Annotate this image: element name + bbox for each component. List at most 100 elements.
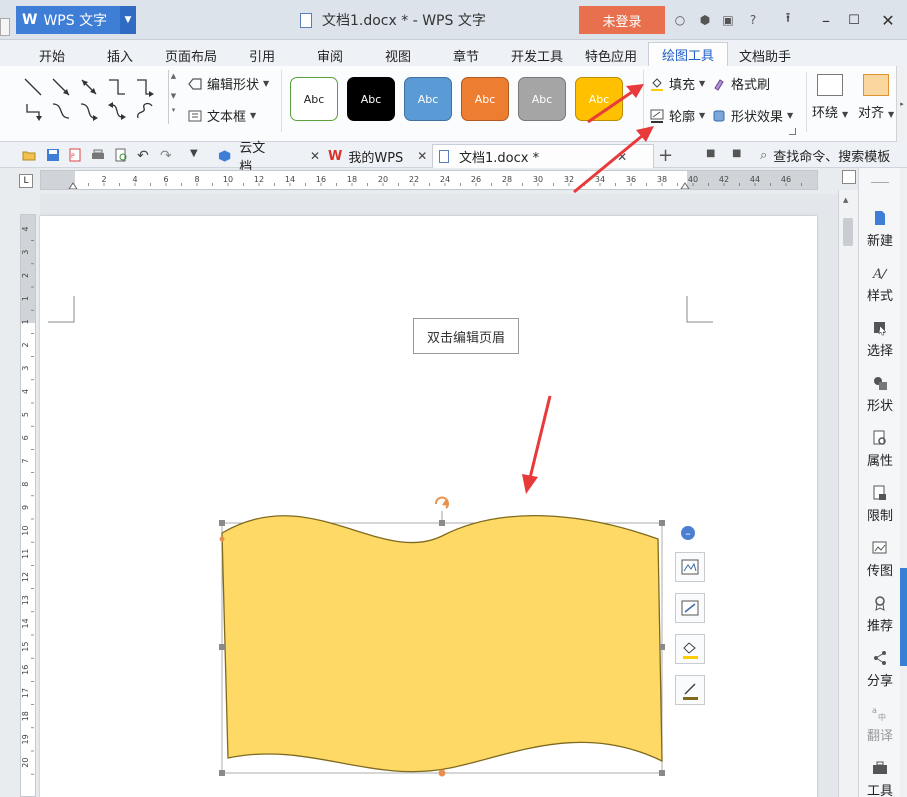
wave-shape-selection[interactable] <box>200 486 680 797</box>
close-button[interactable]: ✕ <box>874 8 902 32</box>
adjust-handle[interactable] <box>219 536 225 542</box>
close-icon[interactable]: ✕ <box>617 150 627 164</box>
doc-tab-my-wps[interactable]: W 我的WPS ✕ <box>322 144 430 168</box>
style-swatch-gold[interactable]: Abc <box>575 77 623 121</box>
layout-options-button[interactable] <box>675 552 705 582</box>
freeform-curve-icon[interactable] <box>134 100 156 122</box>
sidebar-item-share[interactable]: 分享 <box>859 650 901 689</box>
sidebar-item-new[interactable]: 新建 <box>859 210 901 249</box>
tab-page-layout[interactable]: 页面布局 <box>156 44 226 66</box>
command-search[interactable]: ⌕ 查找命令、搜索模板 <box>760 146 890 165</box>
ribbon-scroll-right[interactable]: ▸ <box>896 66 907 142</box>
tab-home[interactable]: 开始 <box>24 44 80 66</box>
tab-insert[interactable]: 插入 <box>92 44 148 66</box>
tab-list-icon[interactable]: ■ <box>732 148 746 162</box>
elbow-arrow-connector-icon[interactable] <box>134 76 156 98</box>
tab-drawing-tools[interactable]: 绘图工具 <box>648 42 728 66</box>
open-folder-icon[interactable] <box>22 148 36 162</box>
redo-icon[interactable]: ↷ <box>160 148 174 164</box>
customize-toolbar-icon[interactable]: ▼ <box>190 148 204 162</box>
resize-handle[interactable] <box>439 520 445 526</box>
edit-shape-button[interactable]: 编辑形状 ▼ <box>188 74 269 93</box>
tab-stop-selector[interactable]: L <box>19 174 33 188</box>
style-swatch-blue[interactable]: Abc <box>404 77 452 121</box>
feedback-icon[interactable]: ▣ <box>720 12 736 28</box>
curved-double-arrow-icon[interactable] <box>106 100 128 122</box>
shape-fill-button[interactable] <box>675 634 705 664</box>
resize-handle[interactable] <box>219 644 225 650</box>
pin-icon[interactable]: ■ <box>706 148 720 162</box>
resize-handle[interactable] <box>659 644 665 650</box>
wrap-text-button[interactable]: 环绕 ▼ <box>812 74 848 121</box>
shape-effects-button[interactable]: 形状效果 ▼ <box>712 106 793 125</box>
sidebar-item-tools[interactable]: 工具 <box>859 760 901 797</box>
print-icon[interactable] <box>91 148 105 162</box>
undo-icon[interactable]: ↶ <box>137 148 151 164</box>
close-icon[interactable]: ✕ <box>417 149 427 163</box>
doc-tab-cloud[interactable]: 云文档 ✕ <box>212 141 320 175</box>
header-edit-hint[interactable]: 双击编辑页眉 <box>413 318 519 354</box>
sidebar-item-properties[interactable]: 属性 <box>859 430 901 469</box>
minimize-button[interactable]: – <box>812 8 840 32</box>
style-swatch-black[interactable]: Abc <box>347 77 395 121</box>
sidebar-item-select[interactable]: 选择 <box>859 320 901 359</box>
tab-chapter[interactable]: 章节 <box>438 44 494 66</box>
fill-button[interactable]: 填充 ▼ <box>650 74 705 93</box>
curved-arrow-connector-icon[interactable] <box>78 100 100 122</box>
sidebar-grip[interactable] <box>871 182 889 183</box>
doc-tab-document1[interactable]: 文档1.docx * ✕ <box>432 144 654 168</box>
shape-style-button[interactable] <box>675 593 705 623</box>
new-tab-plus-icon[interactable]: + <box>658 145 673 166</box>
skin-icon[interactable]: ○ <box>672 12 688 28</box>
line-shape-icon[interactable] <box>22 76 44 98</box>
save-icon[interactable] <box>46 148 60 162</box>
sidebar-top-icon[interactable] <box>842 170 856 184</box>
resize-handle[interactable] <box>219 520 225 526</box>
arrow-line-icon[interactable] <box>50 76 72 98</box>
horizontal-ruler[interactable]: 2 4 6 8 10 12 14 16 18 20 22 24 26 28 30 32 34 36 38 40 42 44… <box>40 170 818 190</box>
shape-gallery-scroll[interactable]: ▲ ▼ ▾ <box>168 70 178 124</box>
vertical-ruler[interactable]: 4 3 2 1 1 2 3 4 5 6 7 8 9 10 11 12 13 14 15 16 17 18 19 20 <box>20 214 36 797</box>
scroll-up-icon[interactable]: ▲ <box>843 196 848 204</box>
restore-ribbon-icon[interactable]: ⭱ <box>774 8 802 32</box>
double-arrow-line-icon[interactable] <box>78 76 100 98</box>
curved-connector-icon[interactable] <box>50 100 72 122</box>
tab-view[interactable]: 视图 <box>370 44 426 66</box>
dialog-launcher-icon[interactable] <box>789 128 796 135</box>
export-pdf-icon[interactable]: P <box>68 148 82 162</box>
app-menu-button[interactable]: W WPS 文字 ▼ <box>16 6 136 34</box>
resize-handle[interactable] <box>659 770 665 776</box>
text-box-button[interactable]: 文本框 ▼ <box>188 106 256 125</box>
chevron-down-icon[interactable]: ▼ <box>120 6 136 34</box>
rotate-handle-icon[interactable] <box>435 496 449 509</box>
maximize-button[interactable]: ☐ <box>840 8 868 32</box>
format-painter-button[interactable]: 格式刷 <box>712 74 770 93</box>
style-swatch-orange[interactable]: Abc <box>461 77 509 121</box>
style-swatch-gray[interactable]: Abc <box>518 77 566 121</box>
login-button[interactable]: 未登录 <box>579 6 665 34</box>
help-icon[interactable]: ? <box>745 12 761 28</box>
tab-developer[interactable]: 开发工具 <box>504 44 570 66</box>
settings-icon[interactable]: ⬢ <box>697 12 713 28</box>
sidebar-item-translate[interactable]: a中 翻译 <box>859 705 901 744</box>
tab-review[interactable]: 审阅 <box>302 44 358 66</box>
sidebar-item-shapes[interactable]: 形状 <box>859 375 901 414</box>
adjust-handle[interactable] <box>438 769 446 777</box>
collapse-toolbar-icon[interactable]: – <box>681 526 695 540</box>
document-page[interactable]: 双击编辑页眉 – <box>40 216 817 797</box>
sidebar-item-restrict[interactable]: 限制 <box>859 485 901 524</box>
resize-handle[interactable] <box>219 770 225 776</box>
elbow-connector-icon[interactable] <box>106 76 128 98</box>
resize-handle[interactable] <box>659 520 665 526</box>
shape-outline-button[interactable] <box>675 675 705 705</box>
vertical-scrollbar[interactable]: ▲ <box>838 190 858 797</box>
align-button[interactable]: 对齐 ▼ <box>858 74 894 121</box>
tab-references[interactable]: 引用 <box>234 44 290 66</box>
sidebar-item-recommend[interactable]: 推荐 <box>859 595 901 634</box>
elbow-double-arrow-icon[interactable] <box>22 100 44 122</box>
indent-marker[interactable] <box>68 182 78 189</box>
style-swatch-outline-green[interactable]: Abc <box>290 77 338 121</box>
tab-special-apps[interactable]: 特色应用 <box>578 44 644 66</box>
wave-shape[interactable] <box>221 515 663 773</box>
sidebar-item-styles[interactable]: A 样式 <box>859 265 901 304</box>
